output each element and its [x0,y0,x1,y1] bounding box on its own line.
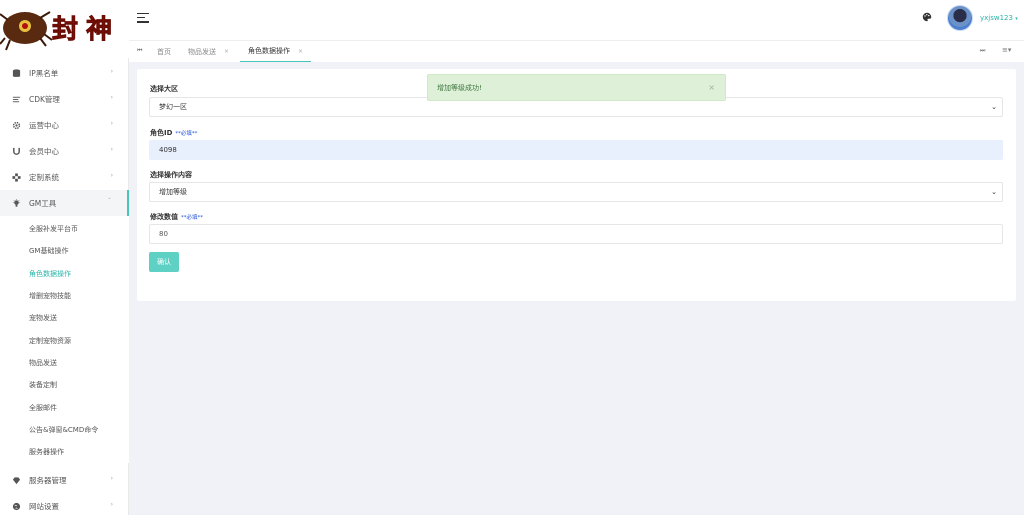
sidebar-item-label: IP黑名单 [29,68,59,78]
sidebar-item-label: 定制系统 [29,172,59,182]
gear-icon [11,120,21,130]
logo: 封 神 [0,0,129,58]
caret-down-icon: ▾ [1015,16,1018,22]
sidebar-item-server-management[interactable]: 服务器管理 › [0,467,129,493]
tab-item-send[interactable]: 物品发送 × [188,41,229,62]
sidebar-menu: IP黑名单 › CDK管理 › 运营中心 › 会员中心 › 定制系统 › GM工… [0,60,129,515]
avatar[interactable] [947,5,973,31]
submenu-item[interactable]: 定制宠物资源 [0,329,129,351]
sidebar-item-gm-tools[interactable]: GM工具 ˇ [0,190,129,216]
logo-image: 封 神 [0,0,129,58]
chevron-right-icon: › [110,120,113,127]
operation-label: 选择操作内容 [150,171,192,179]
tab-menu-icon[interactable]: ≡▾ [1002,46,1011,54]
submenu-item[interactable]: 全服邮件 [0,396,129,418]
role-id-value: 4098 [159,146,177,154]
role-id-label: 角色ID **必填** [150,129,198,137]
submenu-item[interactable]: GM基础操作 [0,240,129,262]
palette-icon[interactable] [922,12,932,25]
list-icon [11,94,21,104]
amount-label: 修改数值 **必填** [150,213,204,221]
sidebar-item-label: GM工具 [29,198,57,208]
svg-text:神: 神 [86,15,112,45]
submenu-item[interactable]: 宠物发送 [0,307,129,329]
tab-close-icon[interactable]: × [298,48,303,55]
chevron-down-icon: ⌄ [991,188,997,196]
chevron-right-icon: › [110,475,113,483]
chevron-right-icon: › [110,172,113,179]
sidebar-item-label: 会员中心 [29,146,59,156]
sidebar-item-cdk[interactable]: CDK管理 › [0,86,129,112]
menu-toggle-icon[interactable] [137,13,149,23]
submenu-item[interactable]: 全服补发平台币 [0,218,129,240]
close-icon[interactable]: × [708,83,715,92]
chevron-down-icon: ⌄ [991,103,997,111]
toast-message: 增加等级成功! [437,83,482,92]
sidebar-item-label: 网站设置 [29,501,59,511]
top-header: yxjsw123 ▾ [129,0,1024,40]
tab-role-data[interactable]: 角色数据操作 × [240,41,312,62]
tab-scroll-left-icon[interactable]: ⏮ [137,47,142,55]
tab-scroll-right-icon[interactable]: ⏭ [980,47,985,55]
amount-value: 80 [159,230,168,238]
svg-text:封: 封 [52,15,78,45]
sidebar: 封 神 IP黑名单 › CDK管理 › 运营中心 › 会员中心 › 定制系统 ›… [0,0,129,515]
chevron-down-icon: ˇ [108,198,111,205]
sidebar-item-label: CDK管理 [29,94,60,104]
gm-submenu: 全服补发平台币 GM基础操作 角色数据操作 增删宠物技能 宠物发送 定制宠物资源… [0,216,129,464]
amount-input[interactable]: 80 [149,224,1003,244]
submenu-item[interactable]: 物品发送 [0,352,129,374]
operation-select[interactable]: 增加等级 ⌄ [149,182,1003,202]
username[interactable]: yxjsw123 ▾ [980,14,1018,22]
globe-icon [11,501,21,511]
sidebar-item-operations[interactable]: 运营中心 › [0,112,129,138]
tab-close-icon[interactable]: × [224,48,229,55]
chevron-right-icon: › [110,146,113,153]
region-label: 选择大区 [150,85,178,93]
operation-select-value: 增加等级 [159,188,187,196]
submenu-item[interactable]: 公告&弹窗&CMD命令 [0,419,129,441]
chevron-right-icon: › [110,94,113,101]
sidebar-item-ip-blacklist[interactable]: IP黑名单 › [0,60,129,86]
diamond-icon [11,475,21,485]
magnet-icon [11,146,21,156]
submenu-item[interactable]: 装备定制 [0,374,129,396]
submenu-item[interactable]: 增删宠物技能 [0,285,129,307]
sidebar-item-label: 服务器管理 [29,475,67,485]
chevron-right-icon: › [110,501,113,509]
form-card: 选择大区 梦幻一区 ⌄ 角色ID **必填** 4098 选择操作内容 增加等级 … [137,69,1016,301]
sidebar-item-site-settings[interactable]: 网站设置 › [0,493,129,515]
lightbulb-icon [11,198,21,208]
tab-home[interactable]: 首页 [157,41,171,62]
tab-bar: ⏮ 首页 物品发送 × 角色数据操作 × ⏭ ≡▾ [129,40,1024,62]
region-select-value: 梦幻一区 [159,103,187,111]
success-toast: 增加等级成功! × [427,74,726,101]
required-note: **必填** [181,215,204,221]
database-icon [11,68,21,78]
chevron-right-icon: › [110,68,113,75]
required-note: **必填** [175,131,198,137]
submenu-item[interactable]: 服务器操作 [0,441,129,463]
confirm-button[interactable]: 确认 [149,252,179,272]
role-id-input[interactable]: 4098 [149,140,1003,160]
sidebar-item-custom-system[interactable]: 定制系统 › [0,164,129,190]
sidebar-item-label: 运营中心 [29,120,59,130]
submenu-item-current[interactable]: 角色数据操作 [0,263,129,285]
sidebar-item-members[interactable]: 会员中心 › [0,138,129,164]
puzzle-icon [11,172,21,182]
